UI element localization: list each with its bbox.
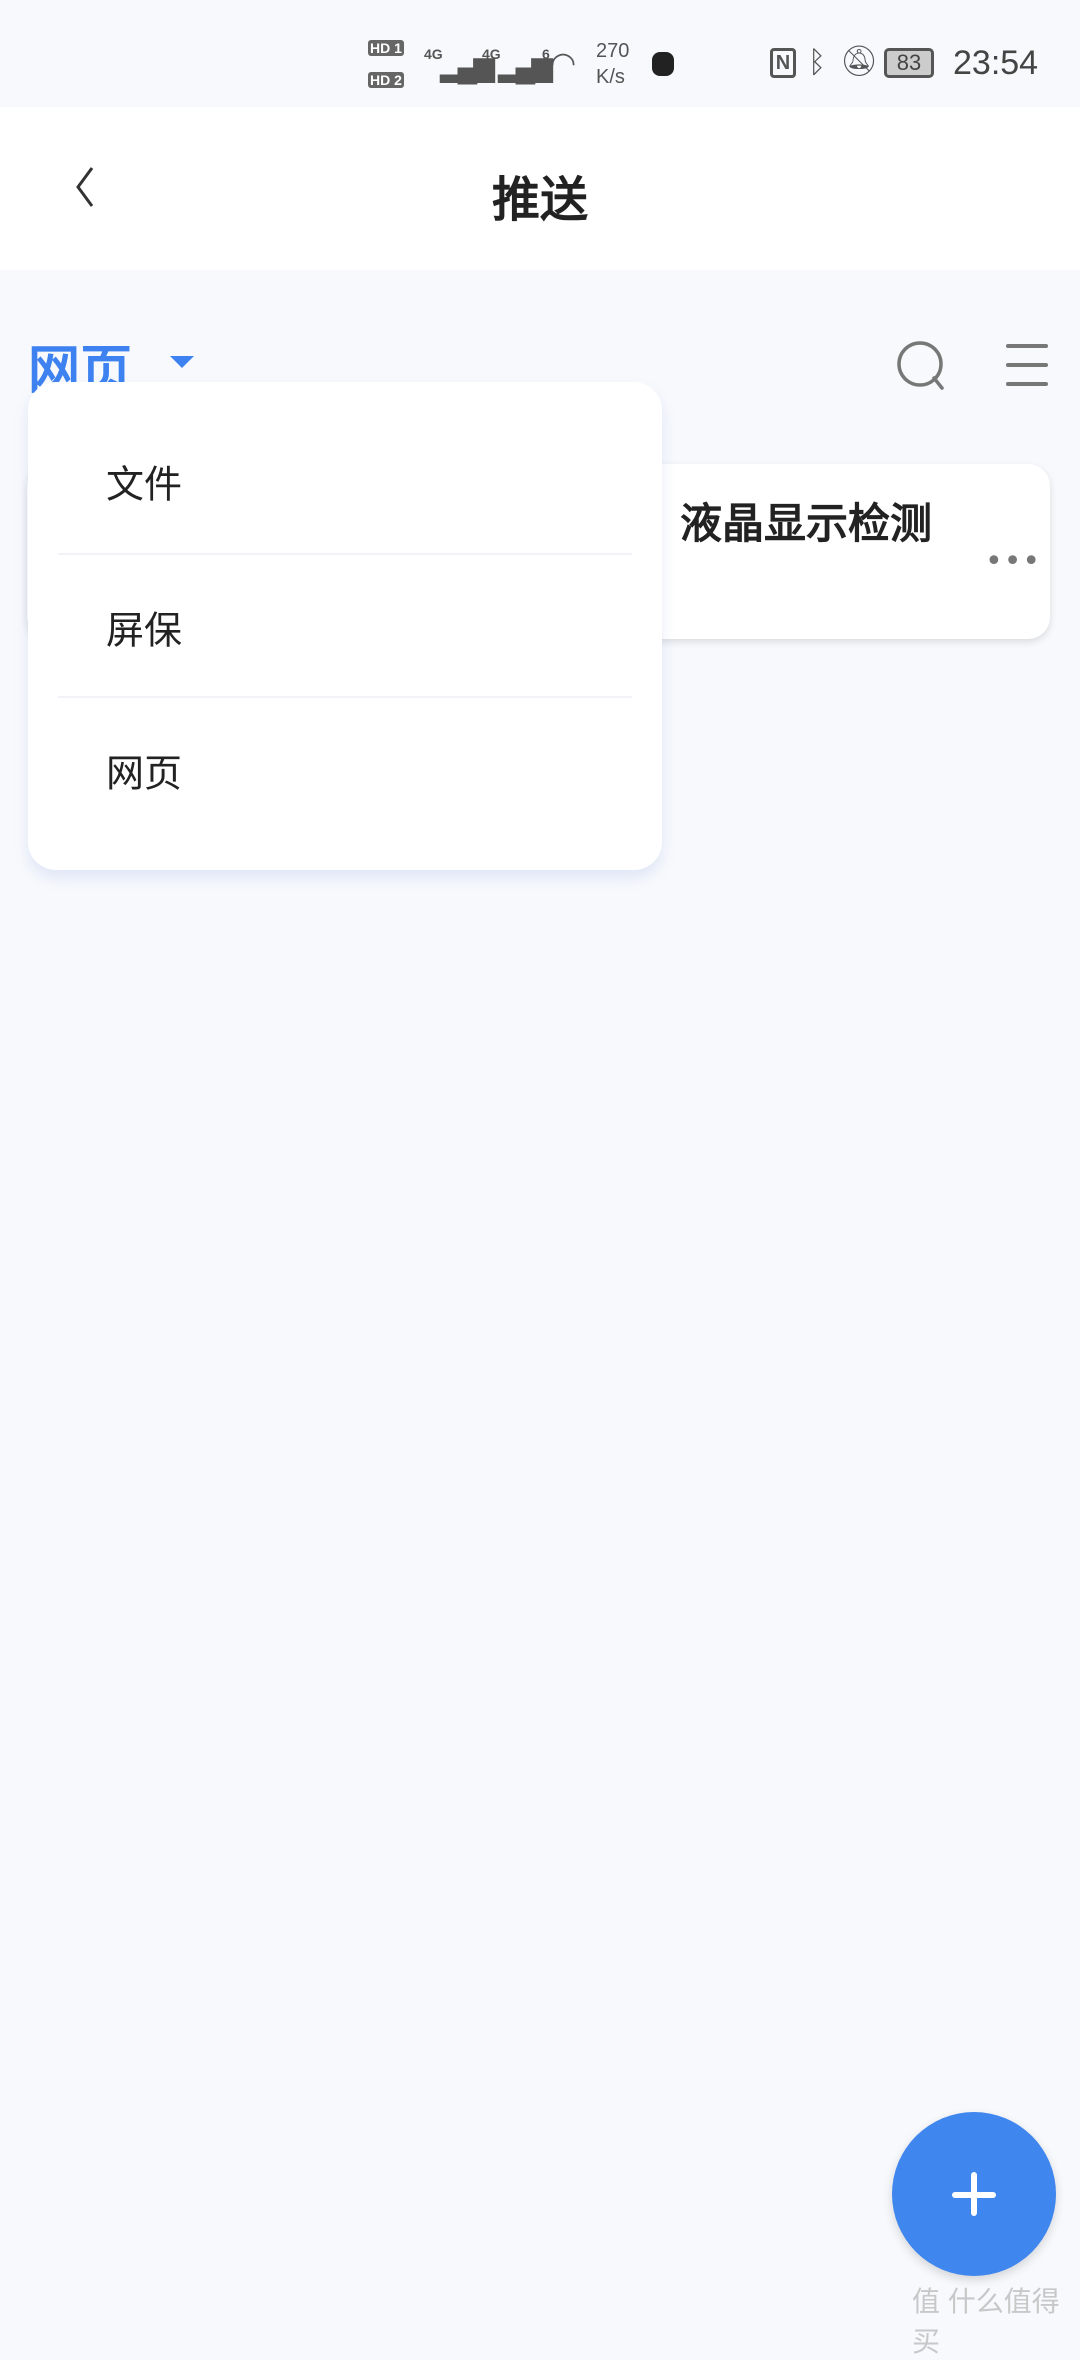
dropdown-item-label: 屏保 <box>106 608 183 653</box>
status-bar: HD 1 HD 2 4G ▂▄▆ 4G ▂▄▆ 6 ◠ 270 K/s N ᛒ … <box>0 0 1080 107</box>
bluetooth-icon: ᛒ <box>808 46 826 79</box>
dropdown-item-screensaver[interactable]: 屏保 <box>28 555 662 699</box>
dropdown-item-label: 文件 <box>106 462 183 507</box>
app-notification-icon <box>652 52 674 76</box>
network-speed-unit: K/s <box>596 66 625 88</box>
wifi-version: 6 <box>542 46 550 62</box>
search-icon[interactable] <box>896 340 948 392</box>
card-title: 液晶显示检测 <box>679 499 932 548</box>
watermark: 值 什么值得买 <box>912 2286 1060 2357</box>
clock: 23:54 <box>953 44 1039 82</box>
add-button[interactable] <box>892 2112 1056 2276</box>
more-horizontal-icon[interactable]: ••• <box>985 544 1041 579</box>
sim2-badge: HD 2 <box>368 72 404 88</box>
page-title: 推送 <box>491 172 588 228</box>
mute-bell-icon: 🔕︎ <box>840 45 879 78</box>
menu-icon[interactable] <box>1006 344 1048 401</box>
dropdown-item-webpage[interactable]: 网页 <box>28 698 662 842</box>
dropdown-item-file[interactable]: 文件 <box>28 409 662 553</box>
dropdown-item-label: 网页 <box>106 751 183 796</box>
network-speed: 270 <box>596 40 630 62</box>
sim1-badge: HD 1 <box>368 40 404 56</box>
nfc-icon: N <box>770 48 796 78</box>
wifi-icon: ◠ <box>550 47 577 80</box>
battery-icon: 83 <box>884 48 934 78</box>
caret-down-icon[interactable] <box>170 356 194 368</box>
type-dropdown: 文件 屏保 网页 <box>28 382 662 870</box>
